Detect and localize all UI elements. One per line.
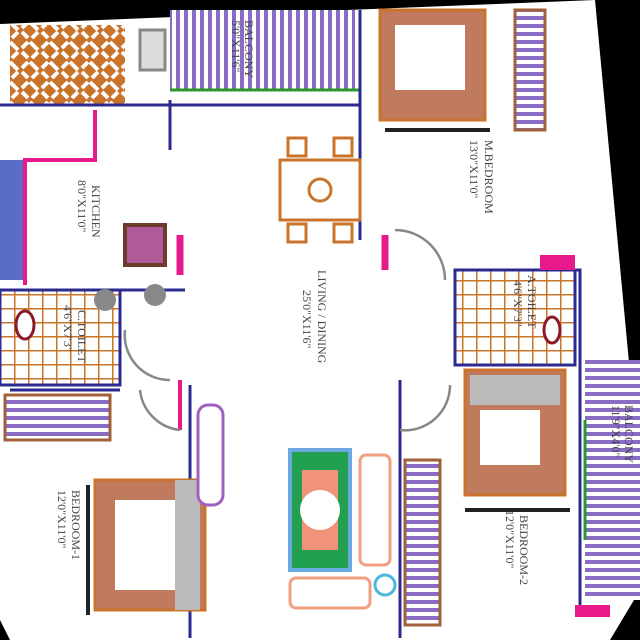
balcony-right: BALCONY 11'9"X4'0" xyxy=(583,360,640,600)
balcony-top-size: 5'0"X11'6" xyxy=(229,20,243,72)
master-bedroom-name: M.BEDROOM xyxy=(482,140,496,214)
master-bedroom-size: 13'0"X11'0" xyxy=(467,140,481,198)
bedroom1-name: BEDROOM-1 xyxy=(69,490,83,560)
kitchen-name: KITCHEN xyxy=(89,185,103,238)
sink-icon xyxy=(138,28,167,72)
living-name: LIVING / DINING xyxy=(315,270,329,364)
balcony-top: BALCONY 5'0"X11'6" xyxy=(170,10,360,92)
tv-unit xyxy=(196,403,225,507)
washbasin-icon xyxy=(144,284,166,306)
kitchen-counter xyxy=(0,160,23,280)
attached-toilet-name: A.TOILET xyxy=(525,275,539,329)
fridge-icon xyxy=(123,223,167,267)
bedroom1-size: 12'0"X11'0" xyxy=(55,490,69,548)
common-toilet-size: 4'6"X7'3" xyxy=(61,305,75,352)
attached-toilet: A.TOILET 4'6"X7'3" xyxy=(453,255,577,367)
utility-floor xyxy=(10,25,125,105)
toilet-icon xyxy=(14,309,36,341)
balcony-right-name: BALCONY xyxy=(622,405,636,463)
kitchen-size: 8'0"X11'0" xyxy=(75,180,89,232)
living-size: 25'0"X11'6" xyxy=(300,290,314,348)
bedroom2-size: 12'0"X11'0" xyxy=(503,510,517,568)
balcony-top-name: BALCONY xyxy=(242,20,256,78)
common-toilet-name: C.TOILET xyxy=(75,310,89,363)
attached-toilet-size: 4'6"X7'3" xyxy=(511,280,525,327)
washbasin-icon xyxy=(94,289,116,311)
toilet-icon xyxy=(542,315,562,345)
balcony-right-size: 11'9"X4'0" xyxy=(609,405,623,457)
floor-plan: BALCONY 5'0"X11'6" KITCHEN 8'0"X11'0" LI… xyxy=(0,0,640,640)
bedroom2-name: BEDROOM-2 xyxy=(517,515,531,585)
